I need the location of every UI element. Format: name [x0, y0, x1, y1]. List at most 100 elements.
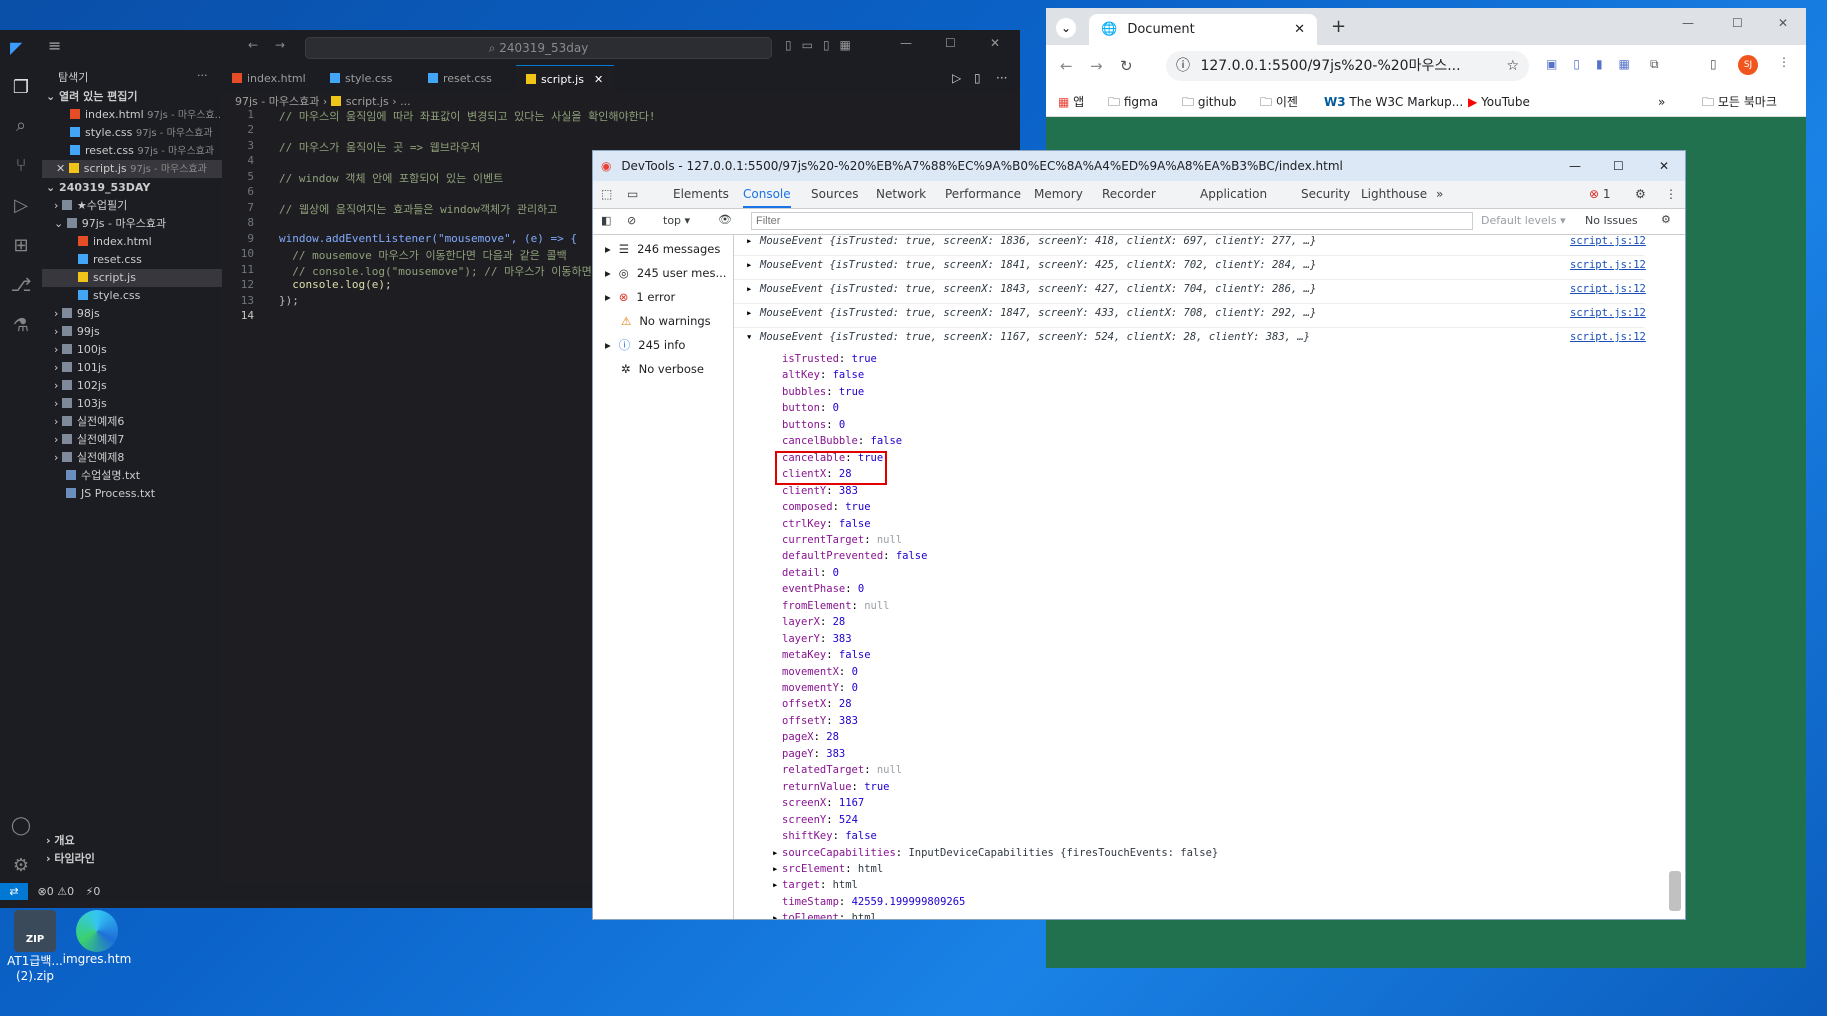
chrome-menu-icon[interactable]: ⋮ — [1778, 55, 1790, 69]
tab-sources[interactable]: Sources — [811, 181, 858, 208]
log-source-link[interactable]: script.js:12 — [1570, 255, 1646, 275]
error-status-icon[interactable]: ⊗ — [38, 885, 47, 898]
layout-icons[interactable]: ▯▭▯▦ — [785, 38, 861, 52]
tab-lighthouse[interactable]: Lighthouse — [1361, 181, 1427, 208]
breadcrumb-more[interactable]: ... — [400, 95, 411, 108]
account-icon[interactable]: ◯ — [10, 815, 32, 837]
forward-icon[interactable]: → — [1090, 57, 1103, 75]
sidebar-user-messages[interactable]: ▸ ◎ 245 user mes... — [593, 261, 733, 285]
maximize-icon[interactable]: ☐ — [1613, 151, 1624, 181]
side-panel-icon[interactable]: ▯ — [1710, 57, 1717, 71]
back-icon[interactable]: ← — [248, 38, 258, 52]
run-debug-icon[interactable]: ▷ — [10, 195, 32, 217]
run-icon[interactable]: ▷ — [952, 71, 961, 85]
tab-index-html[interactable]: index.html — [222, 65, 320, 92]
more-options-icon[interactable]: ⋮ — [1665, 181, 1677, 208]
tab-style-css[interactable]: style.css — [320, 65, 418, 92]
event-property[interactable]: ▸ target: html — [772, 877, 858, 893]
back-icon[interactable]: ← — [1060, 57, 1073, 75]
sidebar-errors[interactable]: ▸ ⊗ 1 error — [593, 285, 733, 309]
close-tab-icon[interactable]: ✕ — [1294, 14, 1305, 45]
outline-header[interactable]: › 개요 — [42, 832, 226, 850]
tree-folder[interactable]: › ★수업필기 — [42, 197, 234, 215]
bookmark-star-icon[interactable]: ☆ — [1506, 51, 1519, 81]
explorer-icon[interactable]: ❐ — [10, 77, 32, 99]
tree-folder-open[interactable]: ⌄ 97js - 마우스효과 — [42, 215, 234, 233]
log-source-link[interactable]: script.js:12 — [1570, 303, 1646, 323]
tab-network[interactable]: Network — [876, 181, 926, 208]
open-editor-item-active[interactable]: ✕ script.js 97js - 마우스효과 — [42, 160, 236, 178]
sidebar-verbose[interactable]: ✲ No verbose — [593, 357, 733, 381]
console-settings-icon[interactable]: ⚙ — [1661, 213, 1671, 226]
extensions-icon[interactable]: ⊞ — [10, 235, 32, 257]
close-icon[interactable]: ✕ — [1659, 151, 1669, 181]
tab-search-icon[interactable]: ⌄ — [1056, 18, 1076, 38]
testing-icon[interactable]: ⚗ — [10, 315, 32, 337]
menu-icon[interactable]: ≡ — [48, 36, 61, 55]
log-source-link[interactable]: script.js:12 — [1570, 327, 1646, 347]
error-badge[interactable]: ⊗ 1 — [1589, 181, 1611, 208]
workspace-header[interactable]: ⌄ 240319_53DAY — [42, 179, 226, 197]
log-source-link[interactable]: script.js:12 — [1570, 279, 1646, 299]
sidebar-info[interactable]: ▸ ⓘ 245 info — [593, 333, 733, 357]
bookmark-github[interactable]: 🗀 github — [1182, 88, 1236, 116]
close-icon[interactable]: ✕ — [990, 36, 1000, 50]
split-editor-icon[interactable]: ▯ — [974, 71, 981, 85]
tab-reset-css[interactable]: reset.css — [418, 65, 516, 92]
sidebar-toggle-icon[interactable]: ◧ — [601, 214, 611, 227]
tree-folder[interactable]: › 103js — [42, 395, 234, 413]
expand-arrow-icon[interactable]: ▸ — [772, 845, 778, 861]
bookmark-figma[interactable]: 🗀 figma — [1108, 88, 1158, 116]
tab-recorder[interactable]: Recorder — [1102, 181, 1156, 208]
tab-console[interactable]: Console — [743, 181, 791, 208]
close-icon[interactable]: ✕ — [1778, 16, 1788, 30]
tab-memory[interactable]: Memory — [1034, 181, 1083, 208]
more-bookmarks-icon[interactable]: » — [1658, 88, 1665, 116]
breadcrumb-file[interactable]: script.js — [346, 95, 389, 108]
tab-application[interactable]: Application — [1200, 181, 1267, 208]
maximize-icon[interactable]: ☐ — [945, 36, 956, 50]
timeline-header[interactable]: › 타임라인 — [42, 850, 226, 868]
issues-indicator[interactable]: No Issues — [1585, 214, 1638, 227]
forward-icon[interactable]: → — [275, 38, 285, 52]
tree-folder[interactable]: › 실전예제8 — [42, 449, 234, 467]
remote-icon[interactable]: ⎇ — [10, 275, 32, 297]
tree-folder[interactable]: › 98js — [42, 305, 234, 323]
tree-folder[interactable]: › 102js — [42, 377, 234, 395]
bookmark-ezen[interactable]: 🗀 이젠 — [1260, 88, 1298, 116]
extension-icons[interactable]: ▣▯▮▦ — [1546, 57, 1646, 71]
settings-gear-icon[interactable]: ⚙ — [10, 855, 32, 877]
sidebar-messages[interactable]: ▸ ☰ 246 messages — [593, 237, 733, 261]
open-editor-item[interactable]: index.html 97js - 마우스효... — [42, 106, 250, 124]
close-tab-icon[interactable]: ✕ — [594, 73, 603, 86]
inspect-element-icon[interactable]: ⬚ — [601, 181, 612, 208]
expand-arrow-icon[interactable]: ▸ — [772, 910, 778, 919]
log-source-link[interactable]: script.js:12 — [1570, 235, 1646, 251]
bookmark-w3c[interactable]: W3 The W3C Markup... — [1324, 88, 1463, 116]
more-actions-icon[interactable]: ··· — [996, 71, 1007, 85]
tree-folder[interactable]: › 99js — [42, 323, 234, 341]
console-scrollbar[interactable] — [1669, 871, 1681, 911]
console-log-row[interactable]: ▸ MouseEvent {isTrusted: true, screenX: 1… — [734, 303, 1646, 328]
console-log-row-expanded[interactable]: ▾ MouseEvent {isTrusted: true, screenX: 1… — [734, 327, 1646, 351]
tree-file[interactable]: 수업설명.txt — [42, 467, 246, 485]
expand-arrow-icon[interactable]: ▸ — [772, 877, 778, 893]
open-editor-item[interactable]: reset.css 97js - 마우스효과 — [42, 142, 250, 160]
more-icon[interactable]: ··· — [197, 69, 208, 82]
console-log-row[interactable]: ▸ MouseEvent {isTrusted: true, screenX: 1… — [734, 279, 1646, 304]
desktop-zip-file[interactable]: ZIP AT1급백... (2).zip — [0, 910, 70, 983]
site-info-icon[interactable]: ⓘ — [1176, 58, 1190, 74]
live-expression-eye-icon[interactable]: 👁 — [718, 213, 732, 226]
log-levels-dropdown[interactable]: Default levels ▾ — [1481, 214, 1566, 227]
open-editor-item[interactable]: style.css 97js - 마우스효과 — [42, 124, 250, 142]
context-selector[interactable]: top ▾ — [663, 214, 690, 227]
tree-folder[interactable]: › 실전예제6 — [42, 413, 234, 431]
expand-arrow-icon[interactable]: ▸ — [772, 861, 778, 877]
tree-folder[interactable]: › 100js — [42, 341, 234, 359]
breadcrumb-folder[interactable]: 97js - 마우스효과 — [235, 95, 319, 108]
address-bar[interactable]: ⓘ 127.0.0.1:5500/97js%20-%20마우스... ☆ — [1166, 51, 1529, 81]
search-icon[interactable]: ⌕ — [10, 115, 32, 137]
profile-avatar[interactable]: SJ — [1738, 55, 1758, 75]
console-output[interactable]: ▸ MouseEvent {isTrusted: true, screenX: 1… — [734, 235, 1684, 919]
open-editors-header[interactable]: ⌄ 열려 있는 편집기 — [42, 88, 226, 106]
